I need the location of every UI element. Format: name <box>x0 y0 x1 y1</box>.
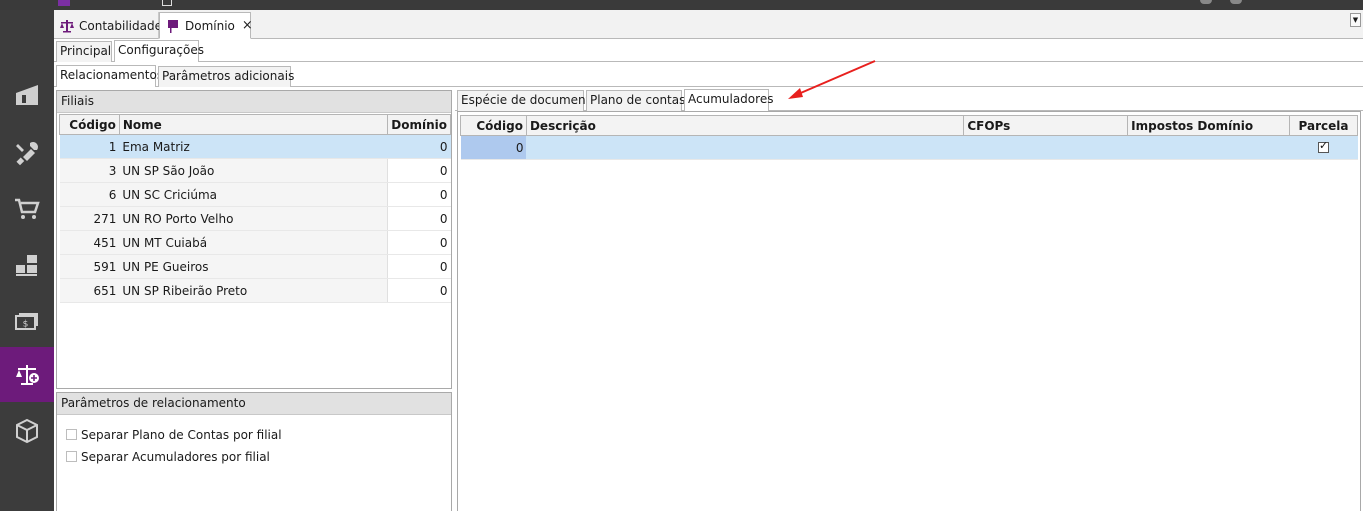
cell-dominio[interactable]: 0 <box>387 206 451 231</box>
column-header-codigo[interactable]: Código <box>59 114 120 135</box>
parametros-panel: Parâmetros de relacionamento Separar Pla… <box>56 392 452 511</box>
flag-icon <box>165 18 181 34</box>
acumuladores-table: Código Descrição CFOPs Impostos Domínio … <box>460 115 1359 160</box>
cell-dominio[interactable]: 0 <box>387 278 451 303</box>
sidebar-item-package[interactable] <box>0 404 54 458</box>
cell-codigo[interactable]: 271 <box>59 206 120 231</box>
cell-codigo[interactable]: 0 <box>460 135 527 160</box>
parametros-title: Parâmetros de relacionamento <box>57 393 451 415</box>
cell-nome[interactable]: UN MT Cuiabá <box>119 230 388 255</box>
sidebar-item-warehouse[interactable] <box>0 68 54 122</box>
acumuladores-panel: Código Descrição CFOPs Impostos Domínio … <box>457 111 1361 511</box>
boxes-icon <box>16 255 37 276</box>
tabs-right: Espécie de documento Plano de contas Acu… <box>455 89 1363 111</box>
column-header-dominio[interactable]: Domínio <box>387 114 451 135</box>
sidebar-item-tools[interactable] <box>0 126 54 180</box>
cell-codigo[interactable]: 651 <box>59 278 120 303</box>
window-top-bar <box>0 0 1363 10</box>
cell-dominio[interactable]: 0 <box>387 182 451 207</box>
tab-divider <box>54 61 1363 62</box>
annotation-arrow-icon <box>788 60 876 99</box>
scale-icon <box>59 18 75 34</box>
chevron-down-icon[interactable]: ▼ <box>1350 13 1361 27</box>
warehouse-icon <box>16 85 38 105</box>
money-icon: $ <box>15 313 38 330</box>
tab-parametros-adicionais[interactable]: Parâmetros adicionais <box>158 66 294 87</box>
cell-codigo[interactable]: 451 <box>59 230 120 255</box>
doc-tab-dominio[interactable]: Domínio × <box>159 12 253 39</box>
column-header-descricao[interactable]: Descrição <box>525 115 965 136</box>
accounting-scale-icon <box>16 364 39 385</box>
sidebar-item-finance[interactable]: $ <box>0 294 54 348</box>
filiais-title: Filiais <box>57 91 451 113</box>
svg-text:$: $ <box>23 320 29 330</box>
table-row[interactable]: 591 UN PE Gueiros 0 <box>59 254 451 279</box>
option-separar-plano[interactable]: Separar Plano de Contas por filial <box>66 428 451 450</box>
cell-nome[interactable]: UN SP Ribeirão Preto <box>119 278 388 303</box>
option-separar-acumuladores[interactable]: Separar Acumuladores por filial <box>66 450 451 472</box>
package-icon <box>16 418 38 444</box>
cell-cfops[interactable] <box>963 135 1128 160</box>
cell-dominio[interactable]: 0 <box>387 158 451 183</box>
tab-plano-de-contas[interactable]: Plano de contas <box>586 90 685 111</box>
cell-impostos[interactable] <box>1127 135 1290 160</box>
window-control-icon <box>162 0 172 6</box>
cell-dominio[interactable]: 0 <box>387 134 451 159</box>
sidebar-item-cart[interactable] <box>0 182 54 236</box>
cell-nome[interactable]: UN SC Criciúma <box>119 182 388 207</box>
cell-nome[interactable]: UN SP São João <box>119 158 388 183</box>
cell-codigo[interactable]: 1 <box>59 134 120 159</box>
checkbox-separar-plano[interactable] <box>66 429 77 440</box>
sidebar-item-boxes[interactable] <box>0 238 54 292</box>
doc-tab-label: Domínio <box>185 18 235 33</box>
tab-especie-documento[interactable]: Espécie de documento <box>457 90 598 111</box>
column-header-impostos[interactable]: Impostos Domínio <box>1127 115 1290 136</box>
filiais-table: Código Nome Domínio 1 Ema Matriz 0 3 UN SP S… <box>59 114 451 303</box>
cell-nome[interactable]: UN RO Porto Velho <box>119 206 388 231</box>
tools-icon <box>16 142 38 166</box>
cell-nome[interactable]: UN PE Gueiros <box>119 254 388 279</box>
column-header-parcela[interactable]: Parcela <box>1288 115 1359 136</box>
option-label: Separar Acumuladores por filial <box>81 450 270 464</box>
sidebar-item-accounting[interactable] <box>0 347 54 402</box>
doc-tab-label: Contabilidade <box>79 18 162 33</box>
table-row[interactable]: 0 <box>460 135 1358 160</box>
document-tab-strip: Contabilidade Domínio × ▼ <box>54 10 1363 39</box>
cell-descricao[interactable] <box>526 135 964 160</box>
tabs-level1: Principal Configurações <box>54 40 1363 62</box>
table-row[interactable]: 1 Ema Matriz 0 <box>59 134 451 159</box>
left-sidebar: $ <box>0 10 54 511</box>
help-icon[interactable] <box>1230 0 1242 4</box>
checkbox-separar-acumuladores[interactable] <box>66 451 77 462</box>
cart-icon <box>15 198 40 219</box>
cell-dominio[interactable]: 0 <box>387 230 451 255</box>
column-header-cfops[interactable]: CFOPs <box>963 115 1129 136</box>
tabs-level2: Relacionamentos Parâmetros adicionais <box>54 65 1363 87</box>
tab-acumuladores[interactable]: Acumuladores <box>684 89 773 111</box>
cell-dominio[interactable]: 0 <box>387 254 451 279</box>
app-icon <box>58 0 70 6</box>
tab-configuracoes[interactable]: Configurações <box>114 40 204 62</box>
column-header-codigo[interactable]: Código <box>460 115 527 136</box>
table-row[interactable]: 451 UN MT Cuiabá 0 <box>59 230 451 255</box>
option-label: Separar Plano de Contas por filial <box>81 428 282 442</box>
cell-nome[interactable]: Ema Matriz <box>119 134 388 159</box>
cell-parcela[interactable] <box>1289 135 1358 160</box>
table-row[interactable]: 6 UN SC Criciúma 0 <box>59 182 451 207</box>
table-row[interactable]: 271 UN RO Porto Velho 0 <box>59 206 451 231</box>
close-icon[interactable]: × <box>242 18 253 33</box>
filiais-panel: Filiais Código Nome Domínio 1 Ema Matriz 0… <box>56 90 452 389</box>
table-row[interactable]: 3 UN SP São João 0 <box>59 158 451 183</box>
cell-codigo[interactable]: 3 <box>59 158 120 183</box>
doc-tab-contabilidade[interactable]: Contabilidade <box>54 12 162 39</box>
user-icon[interactable] <box>1200 0 1212 4</box>
tab-principal[interactable]: Principal <box>56 41 112 62</box>
parametros-options: Separar Plano de Contas por filial Separ… <box>57 415 451 472</box>
cell-codigo[interactable]: 591 <box>59 254 120 279</box>
table-row[interactable]: 651 UN SP Ribeirão Preto 0 <box>59 278 451 303</box>
column-header-nome[interactable]: Nome <box>118 114 389 135</box>
cell-codigo[interactable]: 6 <box>59 182 120 207</box>
checkbox-parcela[interactable] <box>1317 139 1329 153</box>
tab-relacionamentos[interactable]: Relacionamentos <box>56 65 163 87</box>
